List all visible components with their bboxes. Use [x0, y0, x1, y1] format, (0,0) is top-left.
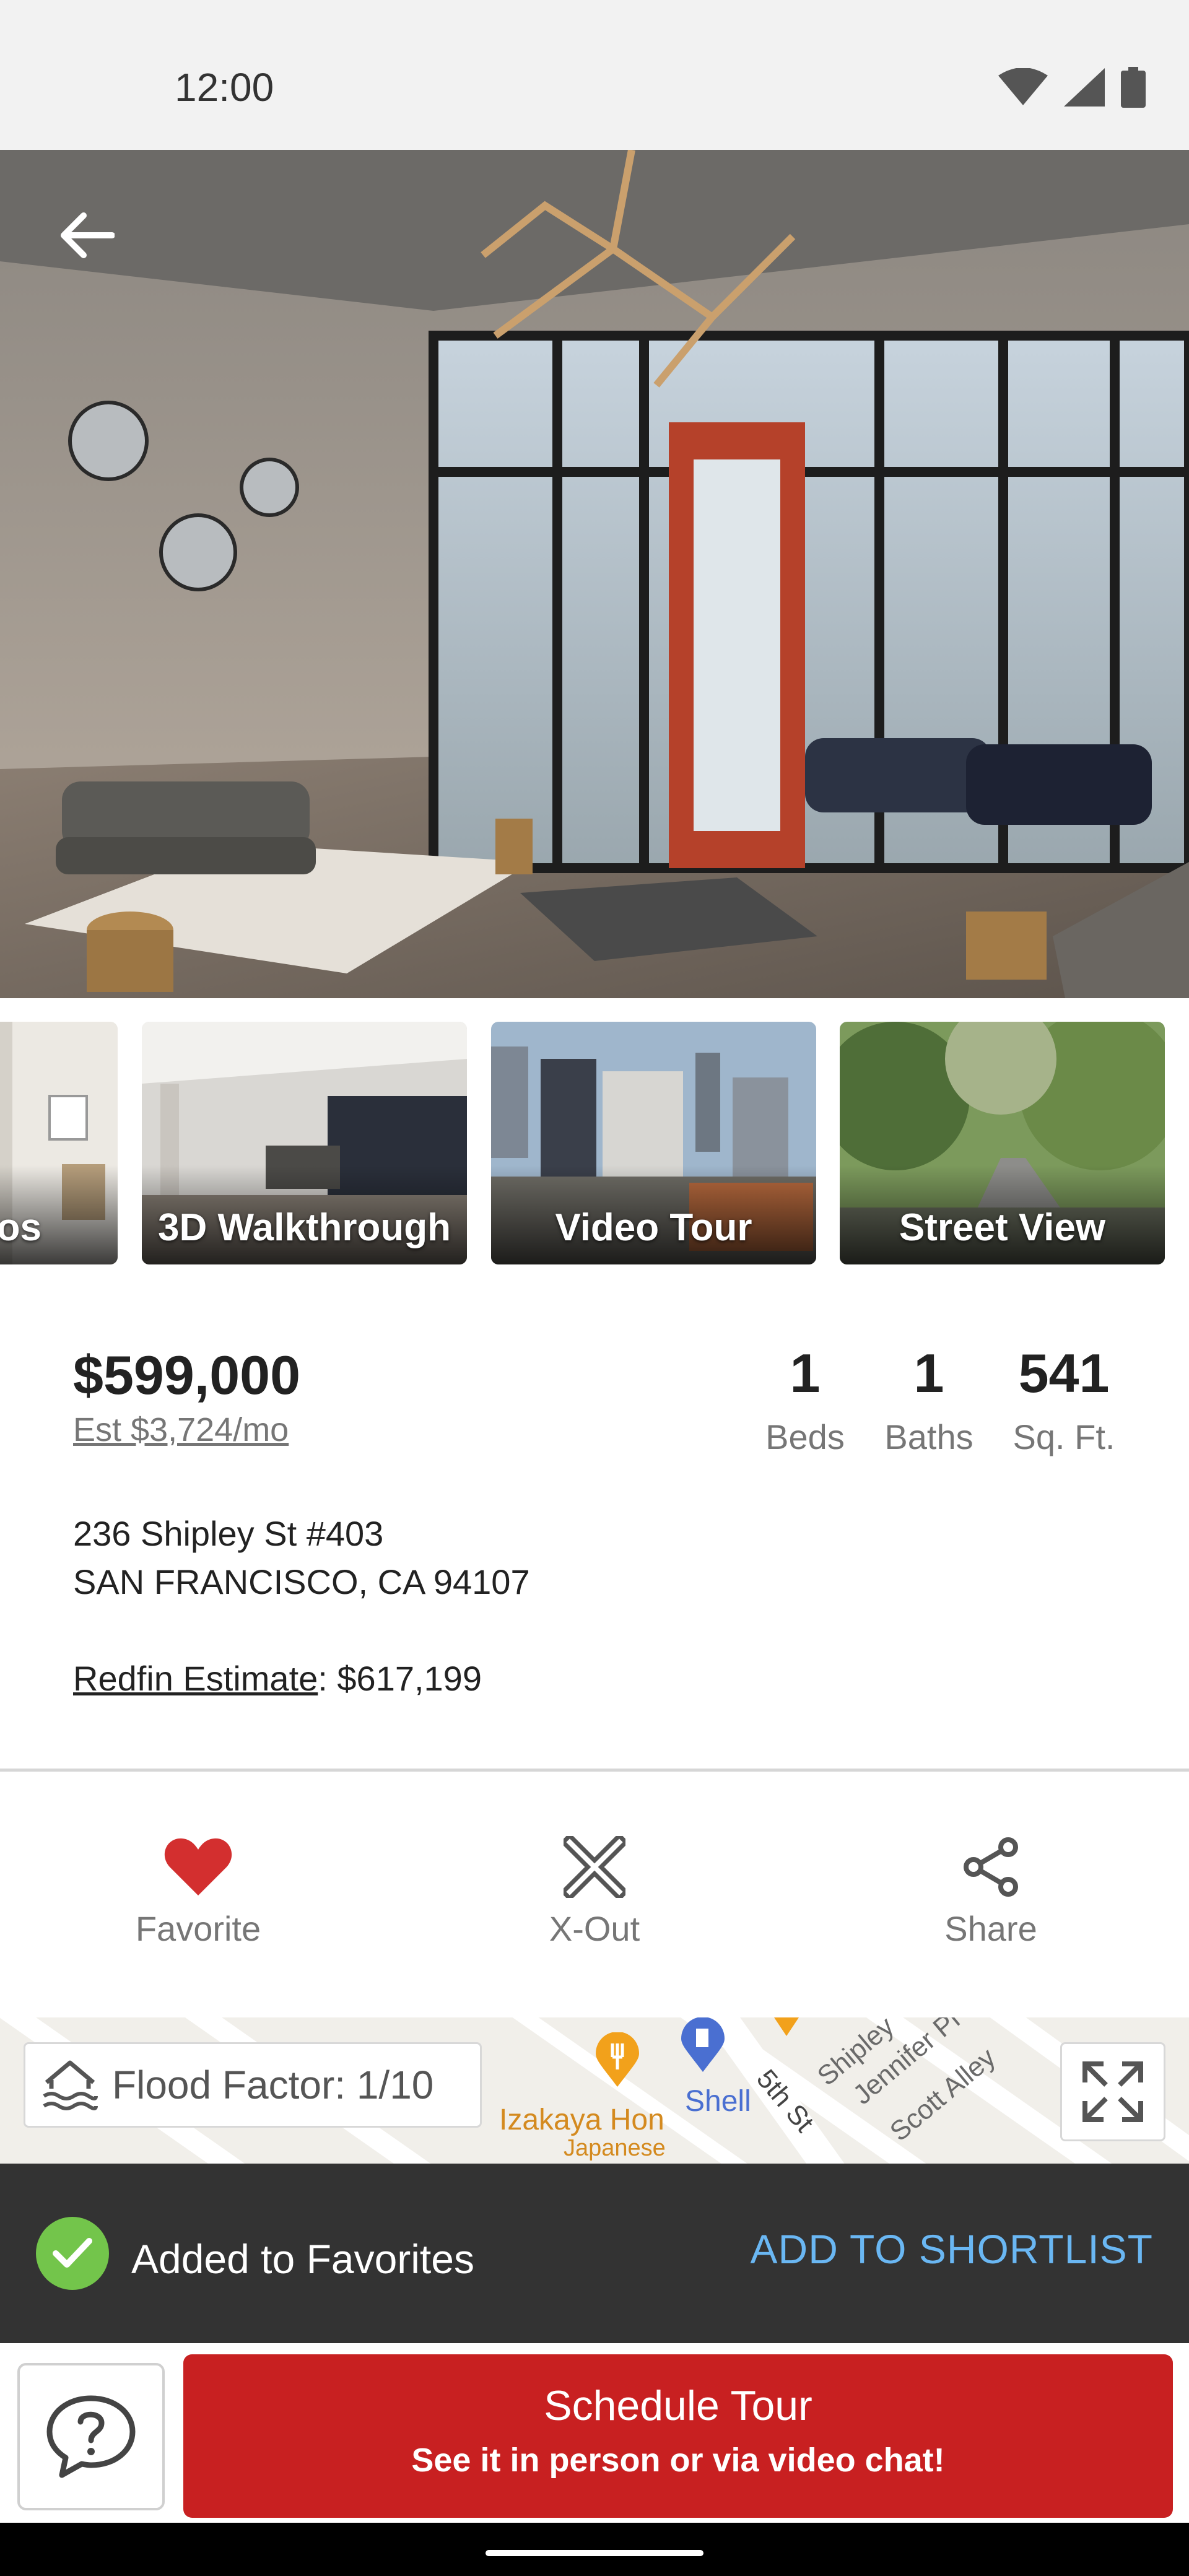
redfin-estimate: Redfin Estimate: $617,199 — [73, 1658, 482, 1699]
favorite-label: Favorite — [135, 1909, 261, 1948]
share-button[interactable]: Share — [848, 1833, 1133, 1949]
address-line-1: 236 Shipley St #403 — [73, 1514, 384, 1553]
snackbar-message: Added to Favorites — [131, 2236, 474, 2282]
beds-stat: 1 Beds — [756, 1342, 855, 1457]
restaurant-pin-icon — [596, 2032, 639, 2087]
media-thumbnails[interactable]: tos 3D Walkthrough Video Tour — [0, 1022, 1189, 1264]
thumbnail-label: 3D Walkthrough — [157, 1206, 451, 1249]
flood-house-icon — [43, 2060, 98, 2110]
status-bar: 12:00 — [0, 0, 1189, 150]
signal-icon — [1064, 68, 1105, 107]
schedule-tour-title: Schedule Tour — [544, 2382, 812, 2429]
thumbnail-street-view[interactable]: Street View — [840, 1022, 1165, 1264]
question-chat-icon — [46, 2395, 136, 2478]
add-to-shortlist-button[interactable]: ADD TO SHORTLIST — [751, 2226, 1153, 2273]
system-nav-bar — [0, 2523, 1189, 2576]
gas-station-pin-icon — [681, 2017, 725, 2072]
thumbnail-label: tos — [0, 1206, 41, 1249]
redfin-estimate-value: : $617,199 — [318, 1659, 482, 1698]
flood-factor-text: Flood Factor: 1/10 — [112, 2063, 434, 2107]
map-label-shell: Shell — [685, 2085, 751, 2118]
help-button[interactable] — [17, 2363, 165, 2510]
map-label-japanese: Japanese — [564, 2135, 666, 2161]
thumbnail-label: Video Tour — [555, 1206, 752, 1249]
sqft-stat: 541 Sq. Ft. — [1002, 1342, 1126, 1457]
xout-button[interactable]: X-Out — [452, 1833, 737, 1949]
beds-label: Beds — [765, 1417, 845, 1456]
x-out-icon — [564, 1836, 625, 1898]
hero-photo[interactable] — [0, 150, 1189, 998]
sqft-value: 541 — [1018, 1342, 1110, 1404]
address-line-2: SAN FRANCISCO, CA 94107 — [73, 1562, 530, 1601]
xout-label: X-Out — [549, 1909, 640, 1948]
back-button[interactable] — [50, 198, 124, 272]
home-gesture-handle[interactable] — [486, 2550, 703, 2556]
expand-map-button[interactable] — [1060, 2042, 1165, 2141]
status-time: 12:00 — [175, 65, 274, 110]
beds-value: 1 — [790, 1342, 821, 1404]
share-label: Share — [944, 1909, 1037, 1948]
wifi-icon — [998, 68, 1048, 105]
heart-icon — [164, 1838, 232, 1895]
baths-value: 1 — [913, 1342, 944, 1404]
expand-icon — [1082, 2061, 1143, 2122]
map-label-izakaya: Izakaya Hon — [499, 2104, 664, 2136]
status-icons — [998, 67, 1146, 108]
favorite-button[interactable]: Favorite — [56, 1833, 341, 1949]
baths-label: Baths — [884, 1417, 973, 1456]
listing-price: $599,000 — [73, 1344, 301, 1406]
section-divider — [0, 1769, 1189, 1772]
flood-factor-chip[interactable]: Flood Factor: 1/10 — [24, 2042, 482, 2128]
snackbar: Added to Favorites ADD TO SHORTLIST — [0, 2164, 1189, 2343]
sqft-label: Sq. Ft. — [1013, 1417, 1115, 1456]
check-circle-icon — [36, 2217, 109, 2290]
lobby-photo — [0, 150, 1189, 998]
thumbnail-3d-walkthrough[interactable]: 3D Walkthrough — [142, 1022, 467, 1264]
share-icon — [964, 1837, 1018, 1897]
estimated-monthly-payment-link[interactable]: Est $3,724/mo — [73, 1411, 289, 1449]
redfin-estimate-link[interactable]: Redfin Estimate — [73, 1659, 318, 1698]
thumbnail-video-tour[interactable]: Video Tour — [491, 1022, 816, 1264]
map-preview[interactable]: Izakaya Hon Japanese Shell 5th St Shiple… — [0, 2017, 1189, 2166]
baths-stat: 1 Baths — [873, 1342, 985, 1457]
battery-icon — [1121, 67, 1146, 108]
arrow-left-icon — [61, 212, 115, 258]
schedule-tour-button[interactable]: Schedule Tour See it in person or via vi… — [183, 2354, 1173, 2518]
bottom-action-bar: Schedule Tour See it in person or via vi… — [0, 2343, 1189, 2523]
thumbnail-photos[interactable]: tos — [0, 1022, 118, 1264]
schedule-tour-subtitle: See it in person or via video chat! — [411, 2442, 945, 2479]
thumbnail-label: Street View — [899, 1206, 1106, 1249]
